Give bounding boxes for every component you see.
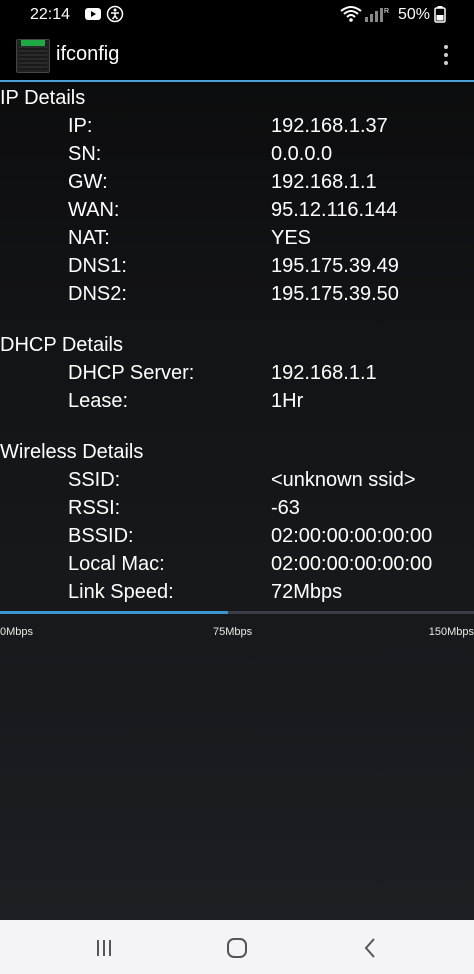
link-speed-bar-fill [0, 611, 228, 614]
lease-value: 1Hr [271, 390, 304, 412]
bssid-label: BSSID: [68, 525, 134, 547]
dhcp-server-row: DHCP Server: 192.168.1.1 [0, 362, 474, 390]
youtube-icon [84, 5, 102, 28]
dns1-row: DNS1: 195.175.39.49 [0, 255, 474, 283]
gateway-value: 192.168.1.1 [271, 171, 377, 193]
recent-apps-icon[interactable] [84, 928, 124, 968]
overflow-menu-icon[interactable] [438, 42, 454, 68]
lease-label: Lease: [68, 390, 129, 412]
app-bar: ifconfig [0, 30, 474, 82]
dns2-row: DNS2: 195.175.39.50 [0, 283, 474, 311]
dhcp-server-label: DHCP Server: [68, 362, 195, 384]
ssid-value: <unknown ssid> [271, 469, 416, 491]
link-speed-bar [0, 611, 474, 614]
subnet-row: SN: 0.0.0.0 [0, 143, 474, 171]
rssi-value: -63 [271, 497, 300, 519]
bssid-row: BSSID: 02:00:00:00:00:00 [0, 525, 474, 553]
speed-tick-min: 0Mbps [0, 626, 34, 638]
wifi-icon [340, 5, 362, 28]
app-title: ifconfig [56, 43, 120, 65]
dns2-value: 195.175.39.50 [271, 283, 399, 305]
subnet-label: SN: [68, 143, 102, 165]
local-mac-label: Local Mac: [68, 553, 165, 575]
dns1-label: DNS1: [68, 255, 127, 277]
dhcp-details-title: DHCP Details [0, 334, 123, 356]
nat-row: NAT: YES [0, 227, 474, 255]
back-icon[interactable] [350, 928, 390, 968]
gateway-label: GW: [68, 171, 108, 193]
ssid-label: SSID: [68, 469, 121, 491]
dns2-label: DNS2: [68, 283, 127, 305]
lease-row: Lease: 1Hr [0, 390, 474, 418]
speed-tick-max: 150Mbps [428, 626, 474, 638]
nat-value: YES [271, 227, 312, 249]
bssid-value: 02:00:00:00:00:00 [271, 525, 433, 547]
local-mac-value: 02:00:00:00:00:00 [271, 553, 433, 575]
ssid-row: SSID: <unknown ssid> [0, 469, 474, 497]
dns1-value: 195.175.39.49 [271, 255, 399, 277]
link-speed-value: 72Mbps [271, 581, 343, 603]
battery-icon [434, 5, 446, 28]
link-speed-row: Link Speed: 72Mbps [0, 581, 474, 609]
status-bar: 22:14 R 50% [0, 0, 474, 30]
svg-text:R: R [384, 8, 389, 15]
ip-label: IP: [68, 115, 93, 137]
status-time: 22:14 [30, 6, 71, 23]
home-icon[interactable] [217, 928, 257, 968]
navigation-bar [0, 920, 474, 974]
link-speed-label: Link Speed: [68, 581, 174, 603]
subnet-value: 0.0.0.0 [271, 143, 333, 165]
rssi-label: RSSI: [68, 497, 121, 519]
accessibility-icon [106, 5, 124, 28]
wireless-details-title: Wireless Details [0, 441, 144, 463]
battery-percent: 50% [397, 6, 430, 23]
signal-icon: R [364, 5, 390, 28]
rssi-row: RSSI: -63 [0, 497, 474, 525]
app-terminal-icon [16, 39, 50, 73]
dhcp-server-value: 192.168.1.1 [271, 362, 377, 384]
wan-value: 95.12.116.144 [271, 199, 398, 221]
gateway-row: GW: 192.168.1.1 [0, 171, 474, 199]
wan-row: WAN: 95.12.116.144 [0, 199, 474, 227]
ip-details-title: IP Details [0, 87, 86, 109]
wan-label: WAN: [68, 199, 120, 221]
ip-row: IP: 192.168.1.37 [0, 115, 474, 143]
local-mac-row: Local Mac: 02:00:00:00:00:00 [0, 553, 474, 581]
speed-tick-mid: 75Mbps [213, 626, 253, 638]
nat-label: NAT: [68, 227, 110, 249]
ip-value: 192.168.1.37 [271, 115, 388, 137]
